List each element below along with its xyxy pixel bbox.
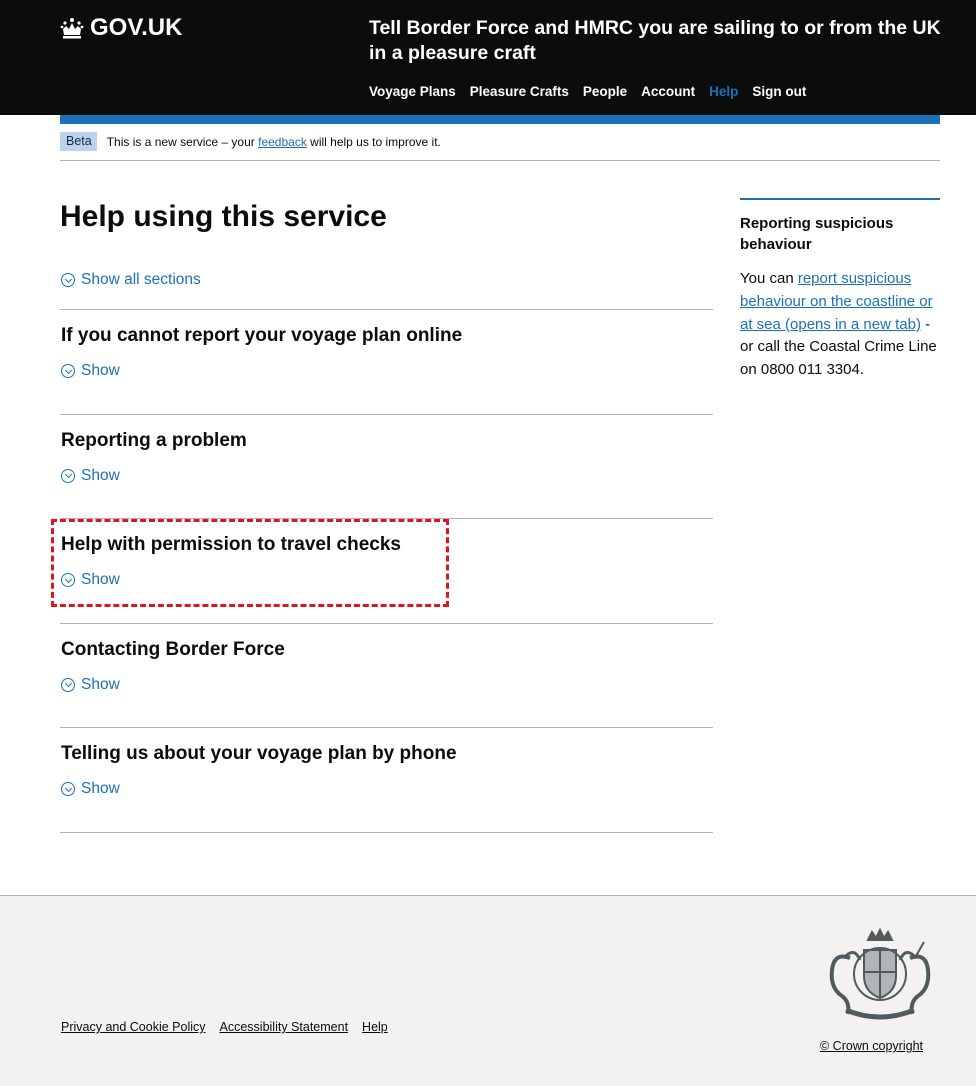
accordion-section: Telling us about your voyage plan by pho… — [60, 728, 713, 833]
section-heading[interactable]: Help with permission to travel checks — [61, 519, 713, 557]
show-label: Show — [81, 780, 120, 797]
govuk-logo-link[interactable]: GOV.UK — [60, 14, 182, 42]
sidebar-heading: Reporting suspicious behaviour — [740, 215, 894, 253]
beta-tag: Beta — [60, 132, 97, 151]
related-sidebar: Reporting suspicious behaviour You can r… — [740, 198, 940, 382]
header-blue-bar — [60, 115, 940, 124]
section-heading[interactable]: Reporting a problem — [61, 415, 713, 453]
site-header: GOV.UK Tell Border Force and HMRC you ar… — [0, 0, 976, 115]
show-label: Show — [81, 466, 120, 484]
accordion-section: Contacting Border Force Show — [60, 624, 713, 728]
chevron-down-icon — [61, 782, 75, 796]
accordion-section: If you cannot report your voyage plan on… — [60, 310, 713, 415]
show-all-sections-label: Show all sections — [81, 271, 201, 288]
footer-help-link[interactable]: Help — [362, 1020, 388, 1034]
nav-pleasure-crafts[interactable]: Pleasure Crafts — [470, 84, 569, 99]
phase-text-after: will help us to improve it. — [306, 135, 441, 149]
phase-banner-text: This is a new service – your feedback wi… — [107, 132, 441, 149]
help-accordion: If you cannot report your voyage plan on… — [60, 309, 713, 833]
section-show-toggle[interactable]: Show — [61, 362, 713, 380]
feedback-link[interactable]: feedback — [258, 135, 307, 149]
service-name[interactable]: Tell Border Force and HMRC you are saili… — [369, 16, 949, 66]
chevron-down-icon — [61, 468, 75, 483]
section-heading[interactable]: Telling us about your voyage plan by pho… — [61, 728, 713, 766]
royal-coat-of-arms-icon — [829, 928, 931, 1020]
phase-banner: Beta This is a new service – your feedba… — [60, 132, 940, 161]
nav-voyage-plans[interactable]: Voyage Plans — [369, 84, 456, 99]
chevron-down-icon — [61, 677, 75, 692]
show-label: Show — [81, 362, 120, 379]
sidebar-text-before: You can — [740, 270, 798, 287]
header-navigation: Voyage Plans Pleasure Crafts People Acco… — [369, 84, 806, 99]
chevron-down-icon — [61, 273, 75, 287]
nav-people[interactable]: People — [583, 84, 627, 99]
sidebar-text: You can report suspicious behaviour on t… — [740, 268, 940, 382]
section-show-toggle[interactable]: Show — [61, 780, 713, 798]
logo-text: GOV.UK — [90, 14, 183, 41]
show-all-sections-button[interactable]: Show all sections — [61, 271, 201, 289]
nav-help[interactable]: Help — [709, 84, 738, 99]
phase-text-before: This is a new service – your — [106, 135, 259, 149]
footer-links: Privacy and Cookie Policy Accessibility … — [61, 1020, 388, 1034]
nav-account[interactable]: Account — [641, 84, 695, 99]
section-show-toggle[interactable]: Show — [61, 676, 713, 694]
chevron-down-icon — [61, 364, 75, 378]
nav-sign-out[interactable]: Sign out — [752, 84, 806, 99]
accessibility-statement-link[interactable]: Accessibility Statement — [220, 1020, 349, 1034]
section-heading[interactable]: Contacting Border Force — [61, 624, 713, 662]
section-heading[interactable]: If you cannot report your voyage plan on… — [61, 310, 713, 348]
crown-copyright-link[interactable]: © Crown copyright — [820, 1039, 923, 1053]
crown-icon — [60, 18, 84, 39]
privacy-cookie-policy-link[interactable]: Privacy and Cookie Policy — [61, 1020, 206, 1034]
section-show-toggle[interactable]: Show — [61, 571, 713, 589]
show-label: Show — [81, 571, 120, 588]
section-show-toggle[interactable]: Show — [61, 467, 713, 485]
accordion-section: Reporting a problem Show — [60, 415, 713, 519]
accordion-section: Help with permission to travel checks Sh… — [60, 519, 713, 624]
chevron-down-icon — [61, 573, 75, 587]
page-title: Help using this service — [60, 200, 387, 233]
show-label: Show — [81, 675, 120, 693]
site-footer: Privacy and Cookie Policy Accessibility … — [0, 895, 976, 1086]
